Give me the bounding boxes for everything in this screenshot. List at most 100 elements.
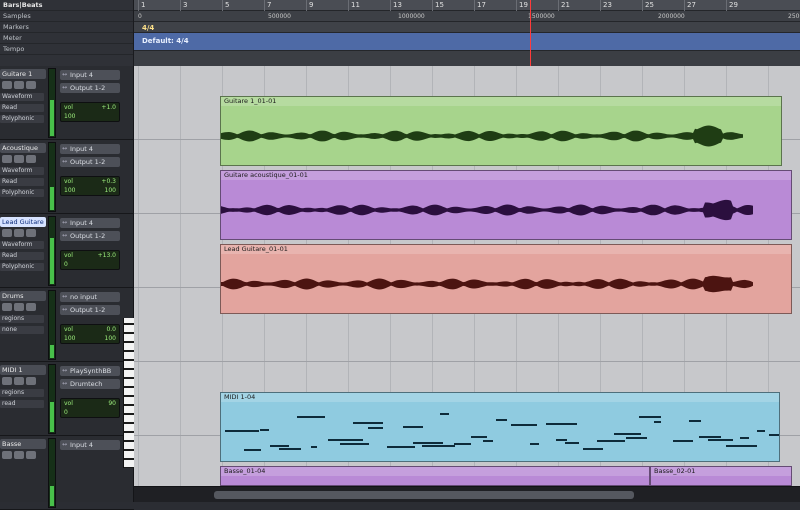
record-button[interactable] [2,229,12,237]
edit-timeline[interactable]: Guitare 1_01-01 Guitare acoustique_01-01 L… [134,66,800,486]
timebase-selector[interactable]: Polyphonic [0,115,44,123]
mute-button[interactable] [26,155,36,163]
volume-readout: vol +13.0 [61,251,119,260]
pan-left-value: 100 [64,187,76,194]
timebase-selector[interactable]: Polyphonic [0,263,44,271]
track-view-selector[interactable]: regions [0,315,44,323]
solo-button[interactable] [14,155,24,163]
bar-tick [348,0,349,11]
scrollbar-thumb[interactable] [214,491,634,499]
timebase-selector[interactable]: Polyphonic [0,189,44,197]
output-selector[interactable]: Drumtech [60,379,120,389]
automation-mode-selector[interactable]: none [0,326,44,334]
track-view-selector[interactable]: Waveform [0,167,44,175]
volume-readout: vol +1.0 [61,103,119,112]
tempo-ruler[interactable] [134,51,800,66]
track-view-selector[interactable]: Waveform [0,93,44,101]
solo-button[interactable] [14,377,24,385]
automation-mode-selector[interactable]: read [0,400,44,408]
track-name[interactable]: Acoustique [0,143,46,153]
automation-mode-selector[interactable]: Read [0,252,44,260]
ruler-label-samples[interactable]: Samples [0,11,133,22]
record-button[interactable] [2,155,12,163]
bar-number: 19 [519,1,528,9]
io-section: PlaySynthBB Drumtech vol 90 0 [60,362,122,436]
track-buttons [2,303,44,311]
track-header[interactable]: Drums regions none no input Output 1-2 vol 0.0… [0,288,134,362]
audio-region[interactable]: Lead Guitare_01-01 [220,244,792,314]
track-name[interactable]: Drums [0,291,46,301]
output-selector[interactable]: Output 1-2 [60,231,120,241]
bar-tick [138,0,139,11]
ruler-label-tempo[interactable]: Tempo [0,44,133,55]
record-button[interactable] [2,303,12,311]
pan-right-value: 100 [104,335,116,342]
solo-button[interactable] [14,229,24,237]
track-name[interactable]: MIDI 1 [0,365,46,375]
output-selector[interactable]: Output 1-2 [60,157,120,167]
record-button[interactable] [2,377,12,385]
mute-button[interactable] [26,229,36,237]
input-selector[interactable]: Input 4 [60,218,120,228]
output-selector[interactable]: Output 1-2 [60,83,120,93]
track-view-selector[interactable]: Waveform [0,241,44,249]
marker-label[interactable]: 4/4 [142,24,154,32]
mute-button[interactable] [26,377,36,385]
ruler-label-meter[interactable]: Meter [0,33,133,44]
mute-button[interactable] [26,81,36,89]
midi-region[interactable]: MIDI 1-04 [220,392,780,462]
volume-value: +13.0 [97,252,116,259]
bars-ruler[interactable]: 1 3 5 7 9 11 13 15 17 19 21 23 25 27 29 [134,0,800,11]
audio-region[interactable]: Guitare 1_01-01 [220,96,782,166]
ruler-label-bars[interactable]: Bars|Beats [0,0,133,11]
track-header[interactable]: Acoustique Waveform Read Polyphonic Input 4 O… [0,140,134,214]
volume-pan-display[interactable]: vol +1.0 100 [60,102,120,122]
track-name[interactable]: Basse [0,439,46,449]
mute-button[interactable] [26,451,36,459]
meter-ruler[interactable]: Default: 4/4 [134,33,800,51]
track-header[interactable]: Guitare 1 Waveform Read Polyphonic Input 4 Ou… [0,66,134,140]
sample-number: 1500000 [528,13,555,20]
input-selector[interactable]: Input 4 [60,144,120,154]
input-selector[interactable]: PlaySynthBB [60,366,120,376]
volume-value: +0.3 [101,178,116,185]
samples-ruler[interactable]: 0 500000 1000000 1500000 2000000 2500000 [134,11,800,22]
level-meter [48,438,56,508]
track-view-selector[interactable]: regions [0,389,44,397]
mute-button[interactable] [26,303,36,311]
pan-readout: 0 [61,260,119,269]
automation-mode-selector[interactable]: Read [0,178,44,186]
meter-label[interactable]: Default: 4/4 [142,37,189,45]
midi-keyboard[interactable] [123,318,134,468]
audio-region[interactable]: Basse_02-01 [650,466,792,486]
markers-ruler[interactable]: 4/4 [134,22,800,33]
volume-pan-display[interactable]: vol 90 0 [60,398,120,418]
output-selector[interactable]: Output 1-2 [60,305,120,315]
input-selector[interactable]: no input [60,292,120,302]
bar-tick [390,0,391,11]
track-header[interactable]: MIDI 1 regions read PlaySynthBB Drumtech vol 9… [0,362,134,436]
audio-region[interactable]: Guitare acoustique_01-01 [220,170,792,240]
record-button[interactable] [2,81,12,89]
track-name[interactable]: Guitare 1 [0,69,46,79]
automation-mode-selector[interactable]: Read [0,104,44,112]
input-selector[interactable]: Input 4 [60,70,120,80]
track-name[interactable]: Lead Guitare [0,217,46,227]
solo-button[interactable] [14,451,24,459]
track-header[interactable]: Lead Guitare Waveform Read Polyphonic Input … [0,214,134,288]
playhead-cursor[interactable] [530,0,531,66]
record-button[interactable] [2,451,12,459]
ruler-label-markers[interactable]: Markers [0,22,133,33]
solo-button[interactable] [14,303,24,311]
audio-region[interactable]: Basse_01-04 [220,466,650,486]
track-header[interactable]: Basse Input 4 [0,436,134,510]
volume-label: vol [64,326,73,333]
bar-tick [684,0,685,11]
solo-button[interactable] [14,81,24,89]
horizontal-scrollbar[interactable] [134,486,800,502]
volume-pan-display[interactable]: vol +0.3 100 100 [60,176,120,196]
volume-pan-display[interactable]: vol 0.0 100 100 [60,324,120,344]
level-meter [48,364,56,434]
input-selector[interactable]: Input 4 [60,440,120,450]
volume-pan-display[interactable]: vol +13.0 0 [60,250,120,270]
